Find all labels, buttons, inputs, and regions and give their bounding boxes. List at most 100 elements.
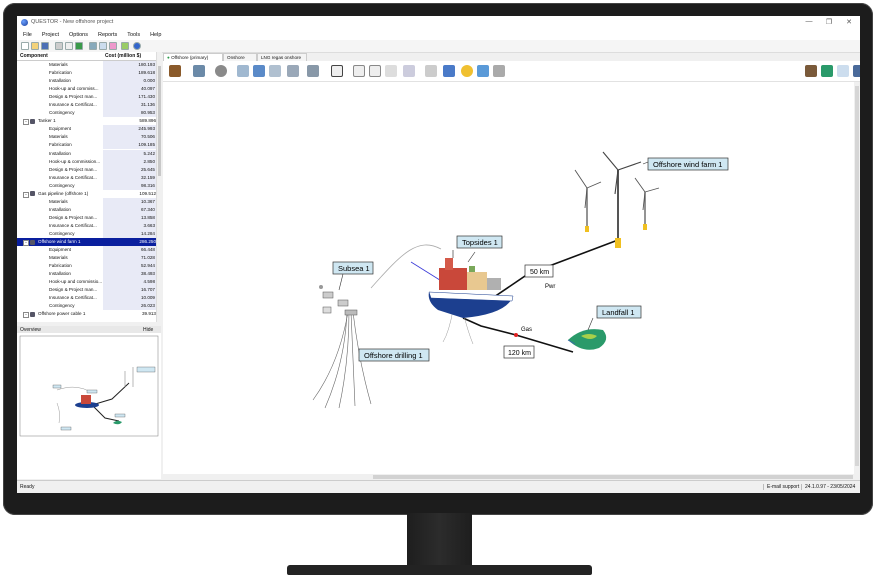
- tower-icon[interactable]: [369, 65, 381, 77]
- check-icon[interactable]: [121, 42, 129, 50]
- tree-component-row[interactable]: − Gas pipeline (offshore 1) 109.512: [17, 190, 161, 198]
- tree-cost-row[interactable]: Design & Project man... 171.430: [17, 93, 161, 102]
- module-icon[interactable]: [443, 65, 455, 77]
- tree-cost-row[interactable]: Materials 10.367: [17, 197, 161, 206]
- column-cost[interactable]: Cost (million $): [105, 53, 141, 59]
- tree-cost-row[interactable]: Fabrication 52.944: [17, 262, 161, 271]
- tool-icon[interactable]: [425, 65, 437, 77]
- tree-cost-row[interactable]: Materials 71.028: [17, 254, 161, 263]
- tree-cost-row[interactable]: Insurance & Certificat... 10.009: [17, 294, 161, 303]
- wind-turbines-icon[interactable]: [574, 151, 660, 248]
- tree-cost-row[interactable]: Design & Project man... 25.645: [17, 165, 161, 174]
- tree-cost-row[interactable]: Installation 67.340: [17, 205, 161, 214]
- drilling-rig-icon[interactable]: [331, 65, 343, 77]
- close-button[interactable]: ✕: [843, 18, 855, 26]
- tree-scroll-thumb[interactable]: [158, 66, 161, 176]
- tree-component-row[interactable]: − Tanker 1 589.896: [17, 117, 161, 126]
- umbilical-line[interactable]: [410, 261, 444, 283]
- compare-icon[interactable]: [109, 42, 117, 50]
- well-icon[interactable]: [287, 65, 299, 77]
- restore-button[interactable]: ❐: [823, 18, 835, 26]
- subsea-equipment-icon[interactable]: [319, 285, 358, 316]
- riser-icon[interactable]: [269, 65, 281, 77]
- tree-cost-row[interactable]: Design & Project man... 13.858: [17, 213, 161, 222]
- tree-cost-row[interactable]: Hook-up and commiss... 40.097: [17, 85, 161, 94]
- tree-cost-row[interactable]: Installation 0.000: [17, 77, 161, 86]
- menu-reports[interactable]: Reports: [92, 30, 121, 38]
- tab-offshore[interactable]: ● Offshore (primary): [163, 53, 223, 61]
- landfall-icon[interactable]: [567, 329, 607, 350]
- bulb-icon[interactable]: [461, 65, 473, 77]
- tree-cost-row[interactable]: Hook-up & commission... 2.850: [17, 157, 161, 166]
- tree-cost-row[interactable]: Equipment 245.993: [17, 125, 161, 134]
- tree-cost-row[interactable]: Contingency 26.023: [17, 302, 161, 311]
- tree-cost-row[interactable]: Fabrication 189.618: [17, 69, 161, 78]
- landfall-icon[interactable]: [821, 65, 833, 77]
- export-icon[interactable]: [75, 42, 83, 50]
- report-icon[interactable]: [89, 42, 97, 50]
- onshore-plant-icon[interactable]: [805, 65, 817, 77]
- subsea-flowline[interactable]: [370, 244, 442, 289]
- column-component[interactable]: Component: [20, 53, 48, 59]
- tree-cost-row[interactable]: Installation 5.242: [17, 149, 161, 158]
- tree-cost-row[interactable]: Insurance & Certificat... 32.159: [17, 173, 161, 182]
- tanker-icon[interactable]: [253, 65, 265, 77]
- platform-icon[interactable]: [169, 65, 181, 77]
- print-preview-icon[interactable]: [65, 42, 73, 50]
- minimize-button[interactable]: —: [803, 18, 815, 25]
- overview-panel[interactable]: [17, 333, 161, 479]
- tree-cost-row[interactable]: Materials 180.193: [17, 61, 161, 69]
- fpso-topsides-icon[interactable]: [428, 250, 514, 318]
- tree-cost-row[interactable]: Fabrication 109.185: [17, 141, 161, 150]
- menu-file[interactable]: File: [17, 30, 36, 38]
- canvas-vertical-scrollbar[interactable]: [854, 82, 860, 474]
- tree-cost-row[interactable]: Contingency 80.953: [17, 109, 161, 118]
- jacket-icon[interactable]: [193, 65, 205, 77]
- menu-project[interactable]: Project: [36, 30, 63, 38]
- display-icon[interactable]: [853, 65, 860, 77]
- tree-cost-row[interactable]: Insurance & Certificat... 3.663: [17, 221, 161, 230]
- tree-row-label: Materials: [49, 134, 68, 140]
- help-icon[interactable]: [133, 42, 141, 50]
- landfall-label: Landfall 1: [602, 308, 635, 317]
- tree-cost-row[interactable]: Design & Project man... 16.707: [17, 286, 161, 295]
- canvas-vscroll-thumb[interactable]: [855, 86, 859, 466]
- ruler-icon[interactable]: [493, 65, 505, 77]
- download-icon[interactable]: [477, 65, 489, 77]
- network-icon[interactable]: [837, 65, 849, 77]
- open-folder-icon[interactable]: [31, 42, 39, 50]
- tree-cost-row[interactable]: Installation 38.493: [17, 270, 161, 279]
- subsea-tree-icon[interactable]: [215, 65, 227, 77]
- fpso-icon[interactable]: [307, 65, 319, 77]
- canvas-hscroll-thumb[interactable]: [373, 475, 853, 479]
- diagram-canvas[interactable]: Offshore wind farm 1 Topsides 1 Subsea 1…: [163, 82, 854, 474]
- status-bar: Ready E-mail support 24.1.0.97 - 23/05/2…: [17, 480, 860, 493]
- tree-component-row[interactable]: − Offshore wind farm 1 286.250: [17, 238, 161, 247]
- tree-cost-row[interactable]: Equipment 66.448: [17, 246, 161, 255]
- new-file-icon[interactable]: [21, 42, 29, 50]
- chart-icon[interactable]: [99, 42, 107, 50]
- tree-component-row[interactable]: − Offshore power cable 1 39.913: [17, 310, 161, 319]
- tree-scrollbar[interactable]: [156, 52, 162, 322]
- tree-cost-row[interactable]: Hook-up and commissio... 4.598: [17, 278, 161, 287]
- menu-help[interactable]: Help: [144, 30, 165, 38]
- bridge-icon[interactable]: [353, 65, 365, 77]
- print-icon[interactable]: [55, 42, 63, 50]
- tree-row-cost: 25.645: [103, 165, 157, 174]
- menu-tools[interactable]: Tools: [121, 30, 144, 38]
- pipeline-node[interactable]: [514, 333, 518, 337]
- tab-lng-regas[interactable]: LNG regas onshore: [257, 53, 307, 61]
- email-support-link[interactable]: E-mail support: [763, 484, 799, 490]
- manifold-icon[interactable]: [385, 65, 397, 77]
- tree-cost-row[interactable]: Contingency 98.316: [17, 181, 161, 190]
- tab-onshore[interactable]: Onshore: [223, 53, 257, 61]
- tree-row-cost: 67.340: [103, 205, 157, 214]
- tree-cost-row[interactable]: Insurance & Certificat... 31.136: [17, 101, 161, 110]
- tree-cost-row[interactable]: Materials 70.506: [17, 133, 161, 142]
- pipeline-icon[interactable]: [237, 65, 249, 77]
- tree-cost-row[interactable]: Contingency 14.284: [17, 229, 161, 238]
- collapse-icon[interactable]: −: [23, 312, 29, 319]
- save-icon[interactable]: [41, 42, 49, 50]
- cable-icon[interactable]: [403, 65, 415, 77]
- menu-options[interactable]: Options: [63, 30, 92, 38]
